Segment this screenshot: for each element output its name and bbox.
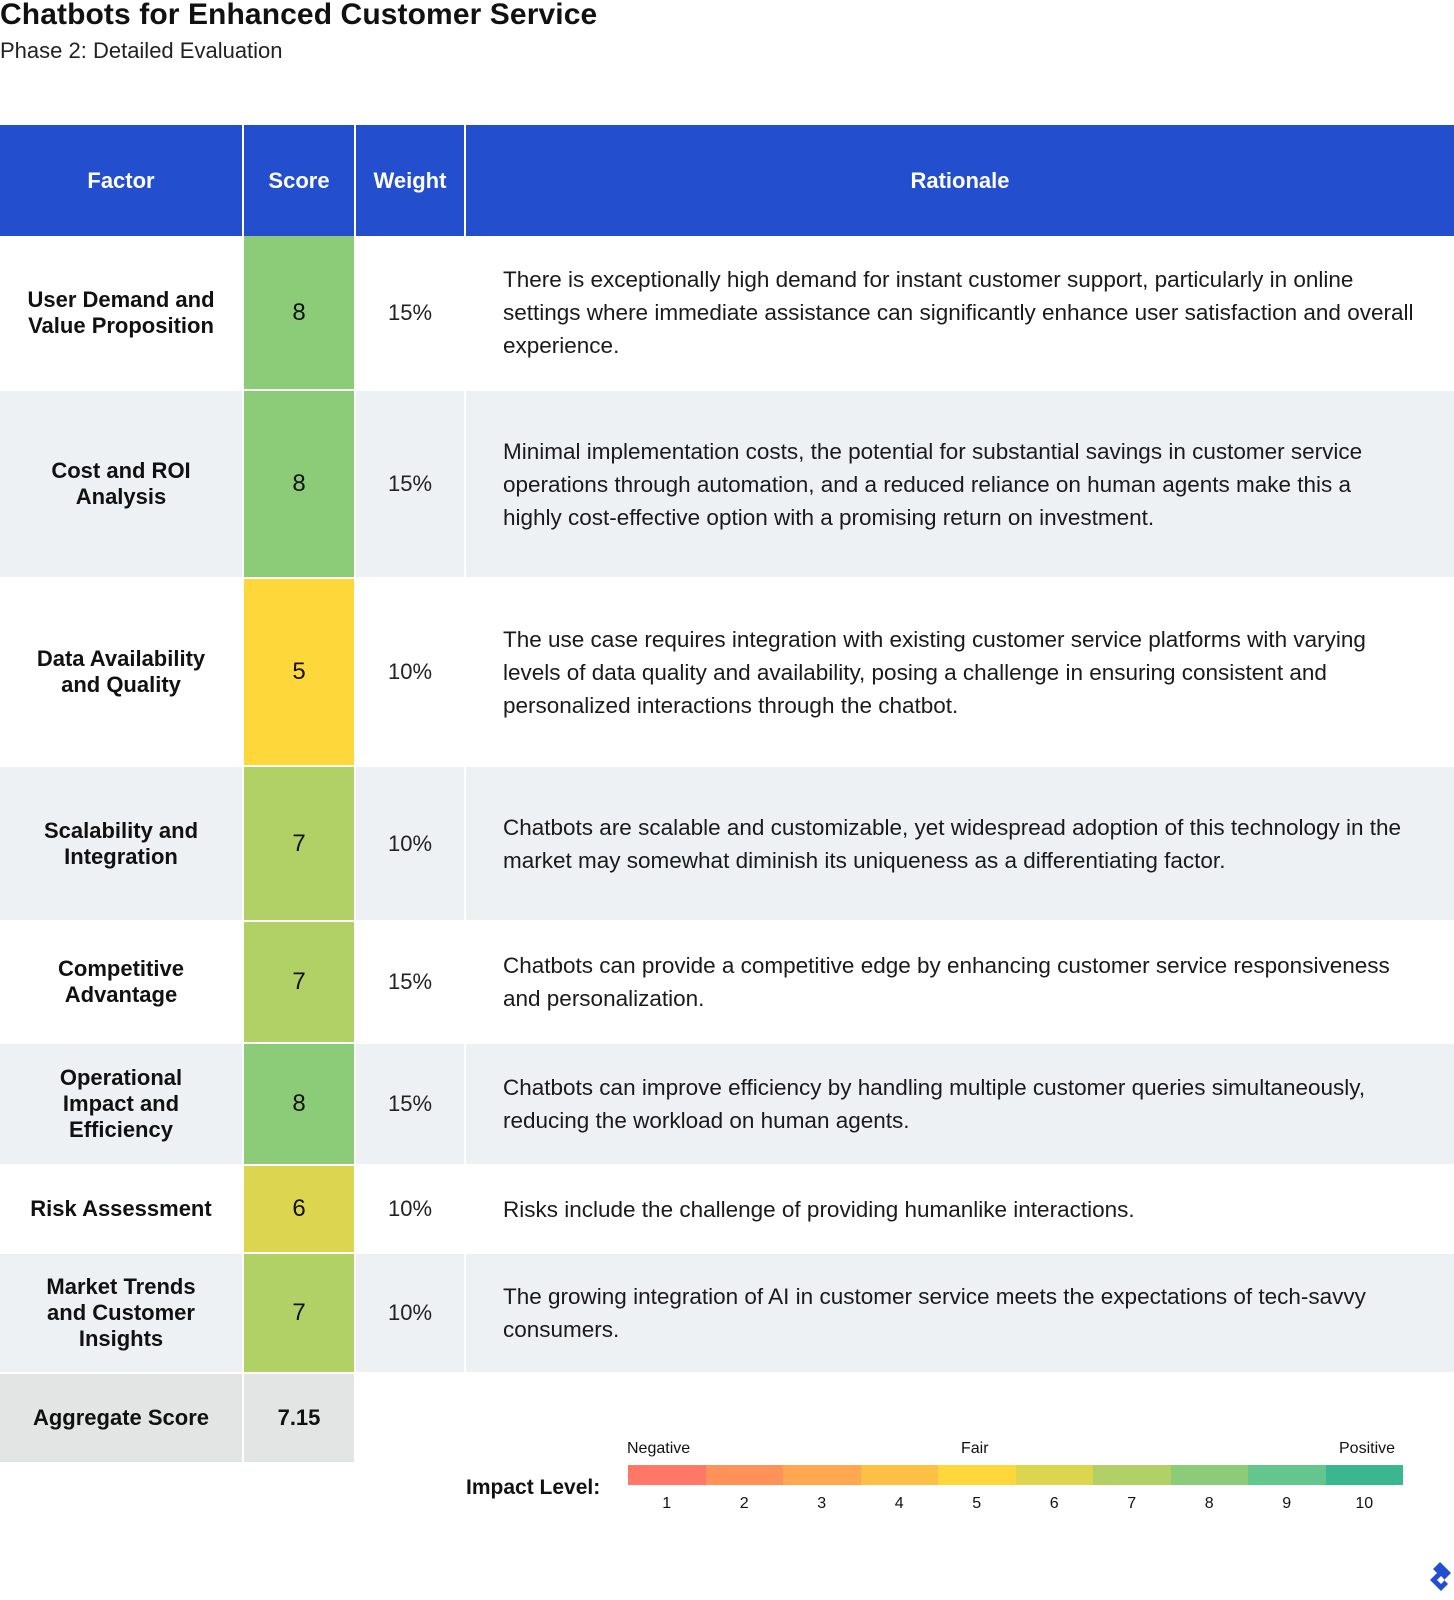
legend-segment-4 [860,1465,938,1485]
score-cell: 7 [244,922,354,1042]
legend-color-scale [628,1465,1403,1485]
legend-positive-label: Positive [1339,1440,1396,1457]
weight-cell: 10% [356,1254,464,1372]
legend-segment-5 [938,1465,1016,1485]
legend-segment-6 [1015,1465,1093,1485]
rationale-cell: Chatbots can improve efficiency by handl… [466,1044,1454,1164]
legend-tick-label: 7 [1127,1495,1137,1512]
legend-segment-8 [1170,1465,1248,1485]
rationale-cell: The use case requires integration with e… [466,579,1454,765]
rationale-cell: There is exceptionally high demand for i… [466,236,1454,389]
table-row: Market Trends and Customer Insights 7 10… [0,1254,1454,1374]
factor-cell: Competitive Advantage [0,922,242,1042]
evaluation-table: Factor Score Weight Rationale User Deman… [0,125,1454,1462]
legend-segment-3 [783,1465,861,1485]
rationale-cell: Minimal implementation costs, the potent… [466,391,1454,577]
score-cell: 8 [244,391,354,577]
legend-segment-10 [1325,1465,1403,1485]
legend-tick-label: 10 [1355,1495,1374,1512]
legend-tick-label: 6 [1049,1495,1059,1512]
rationale-cell: Risks include the challenge of providing… [466,1166,1454,1252]
column-header-rationale: Rationale [466,125,1454,236]
legend-segment-1 [628,1465,706,1485]
table-row: Operational Impact and Efficiency 8 15% … [0,1044,1454,1166]
factor-cell: Cost and ROI Analysis [0,391,242,577]
legend-tick-label: 8 [1204,1495,1214,1512]
weight-cell: 15% [356,236,464,389]
table-header: Factor Score Weight Rationale [0,125,1454,236]
impact-level-legend: Impact Level: Negative Fair Positive 1 2 3… [466,1440,1426,1513]
legend-tick-label: 9 [1282,1495,1292,1512]
factor-cell: Data Availability and Quality [0,579,242,765]
legend-title: Impact Level: [466,1476,601,1499]
weight-cell: 15% [356,1044,464,1164]
legend-segment-2 [705,1465,783,1485]
table-row: Scalability and Integration 7 10% Chatbo… [0,767,1454,922]
rationale-cell: The growing integration of AI in custome… [466,1254,1454,1372]
legend-fair-label: Fair [961,1440,989,1457]
factor-cell: User Demand and Value Proposition [0,236,242,389]
score-cell: 8 [244,1044,354,1164]
rationale-cell: Chatbots are scalable and customizable, … [466,767,1454,920]
table-row: Data Availability and Quality 5 10% The … [0,579,1454,767]
factor-cell: Market Trends and Customer Insights [0,1254,242,1372]
page-subtitle: Phase 2: Detailed Evaluation [0,38,283,63]
legend-negative-label: Negative [627,1440,691,1457]
weight-cell: 10% [356,1166,464,1252]
column-header-factor: Factor [0,125,242,236]
score-cell: 5 [244,579,354,765]
score-cell: 6 [244,1166,354,1252]
legend-segment-9 [1248,1465,1326,1485]
aggregate-label: Aggregate Score [0,1374,242,1462]
legend-tick-label: 2 [739,1495,749,1512]
rationale-cell: Chatbots can provide a competitive edge … [466,922,1454,1042]
score-cell: 7 [244,1254,354,1372]
factor-cell: Risk Assessment [0,1166,242,1252]
toptal-logo-icon [1427,1560,1453,1594]
legend-tick-label: 3 [817,1495,827,1512]
weight-cell: 10% [356,579,464,765]
factor-cell: Scalability and Integration [0,767,242,920]
table-row: User Demand and Value Proposition 8 15% … [0,236,1454,391]
legend-tick-label: 1 [662,1495,672,1512]
legend-ticks: 1 2 3 4 5 6 7 8 9 10 [628,1495,1403,1513]
column-header-score: Score [244,125,354,236]
weight-cell: 15% [356,922,464,1042]
table-row: Competitive Advantage 7 15% Chatbots can… [0,922,1454,1044]
table-row: Risk Assessment 6 10% Risks include the … [0,1166,1454,1254]
weight-cell: 15% [356,391,464,577]
score-cell: 8 [244,236,354,389]
column-header-weight: Weight [356,125,464,236]
score-cell: 7 [244,767,354,920]
legend-tick-label: 5 [972,1495,982,1512]
weight-cell: 10% [356,767,464,920]
aggregate-score: 7.15 [244,1374,354,1462]
legend-tick-label: 4 [894,1495,904,1512]
table-row: Cost and ROI Analysis 8 15% Minimal impl… [0,391,1454,579]
legend-segment-7 [1093,1465,1171,1485]
factor-cell: Operational Impact and Efficiency [0,1044,242,1164]
page-title: Chatbots for Enhanced Customer Service [0,0,598,31]
